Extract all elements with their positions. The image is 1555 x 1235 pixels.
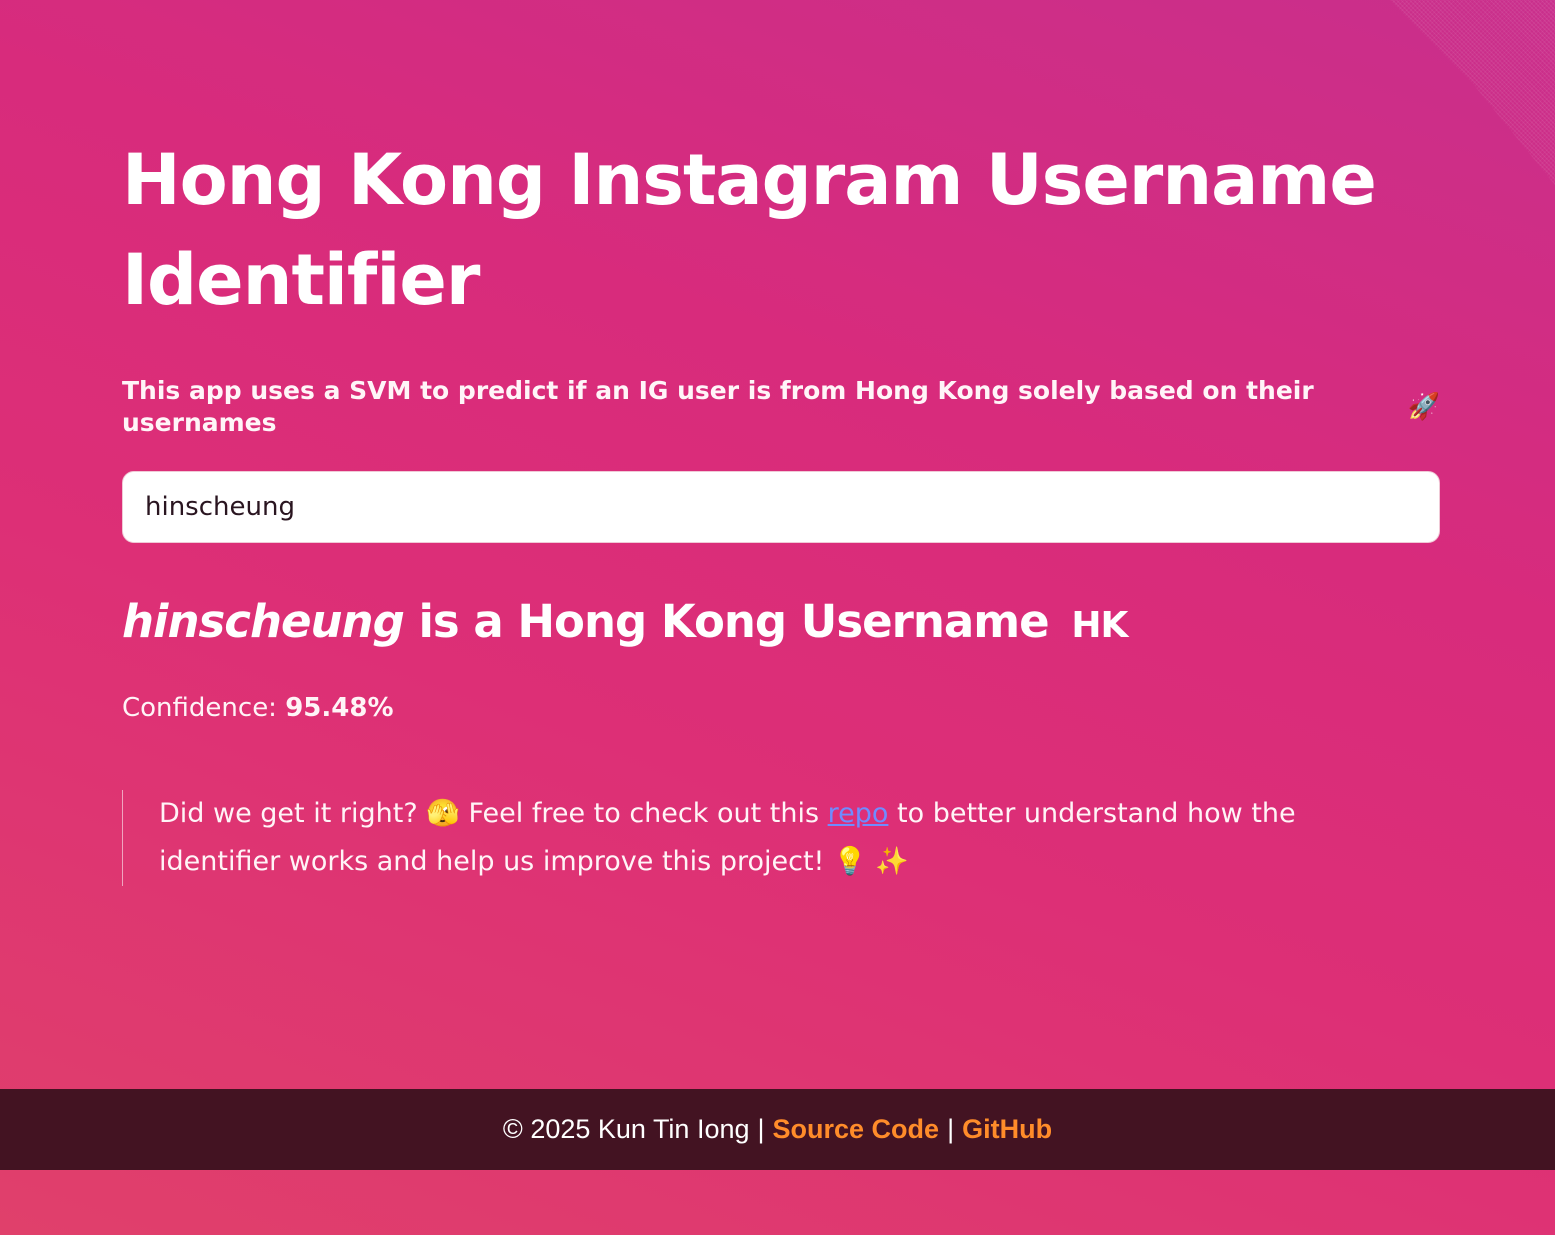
feedback-text-before: Did we get it right? xyxy=(159,798,418,829)
username-input-container[interactable] xyxy=(122,471,1440,543)
username-input[interactable] xyxy=(143,491,1419,523)
rocket-icon: 🚀 xyxy=(1407,392,1440,422)
page-subtitle: This app uses a SVM to predict if an IG … xyxy=(122,375,1440,439)
result-heading: hinscheung is a Hong Kong Username HK xyxy=(122,592,1128,656)
result-text: is a Hong Kong Username xyxy=(418,595,1049,648)
feedback-text-mid: Feel free to check out this xyxy=(468,798,820,829)
sparkles-icon: ✨ xyxy=(875,846,909,877)
result-username: hinscheung xyxy=(122,595,405,648)
footer-separator: | xyxy=(947,1114,955,1144)
source-code-link[interactable]: Source Code xyxy=(773,1114,940,1145)
lightbulb-icon: 💡 xyxy=(832,846,867,877)
footer-separator: | xyxy=(757,1114,765,1144)
subtitle-text: This app uses a SVM to predict if an IG … xyxy=(122,376,1314,437)
repo-link[interactable]: repo xyxy=(828,798,889,829)
confidence-value: 95.48% xyxy=(285,693,394,723)
footer-copyright: © 2025 Kun Tin Iong xyxy=(502,1114,750,1144)
feedback-blockquote: Did we get it right? 🫣 Feel free to chec… xyxy=(122,790,1422,886)
hk-flag-icon: HK xyxy=(1071,605,1128,646)
peeking-face-icon: 🫣 xyxy=(426,798,460,829)
github-link[interactable]: GitHub xyxy=(962,1114,1052,1145)
confidence-label: Confidence: xyxy=(122,693,277,723)
footer: © 2025 Kun Tin Iong | Source Code | GitH… xyxy=(0,1089,1555,1170)
confidence-line: Confidence: 95.48% xyxy=(122,690,394,726)
main-content: Hong Kong Instagram Username Identifier … xyxy=(122,130,1440,886)
page-title: Hong Kong Instagram Username Identifier xyxy=(122,139,1377,321)
